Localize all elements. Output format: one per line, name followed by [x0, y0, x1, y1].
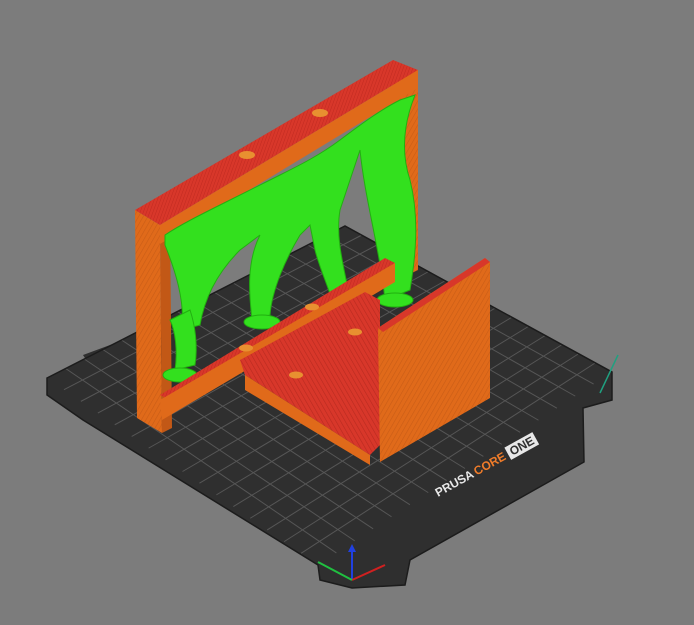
- floor-hole: [239, 344, 253, 352]
- scene-canvas[interactable]: PRUSA CORE ONE: [0, 0, 694, 625]
- floor-hole: [289, 371, 303, 379]
- 3d-viewport[interactable]: PRUSA CORE ONE: [0, 0, 694, 625]
- frame-left-post: [135, 210, 162, 433]
- floor-hole: [305, 303, 319, 311]
- top-beam-hole: [239, 151, 255, 159]
- floor-hole: [348, 328, 362, 336]
- top-beam-hole: [312, 109, 328, 117]
